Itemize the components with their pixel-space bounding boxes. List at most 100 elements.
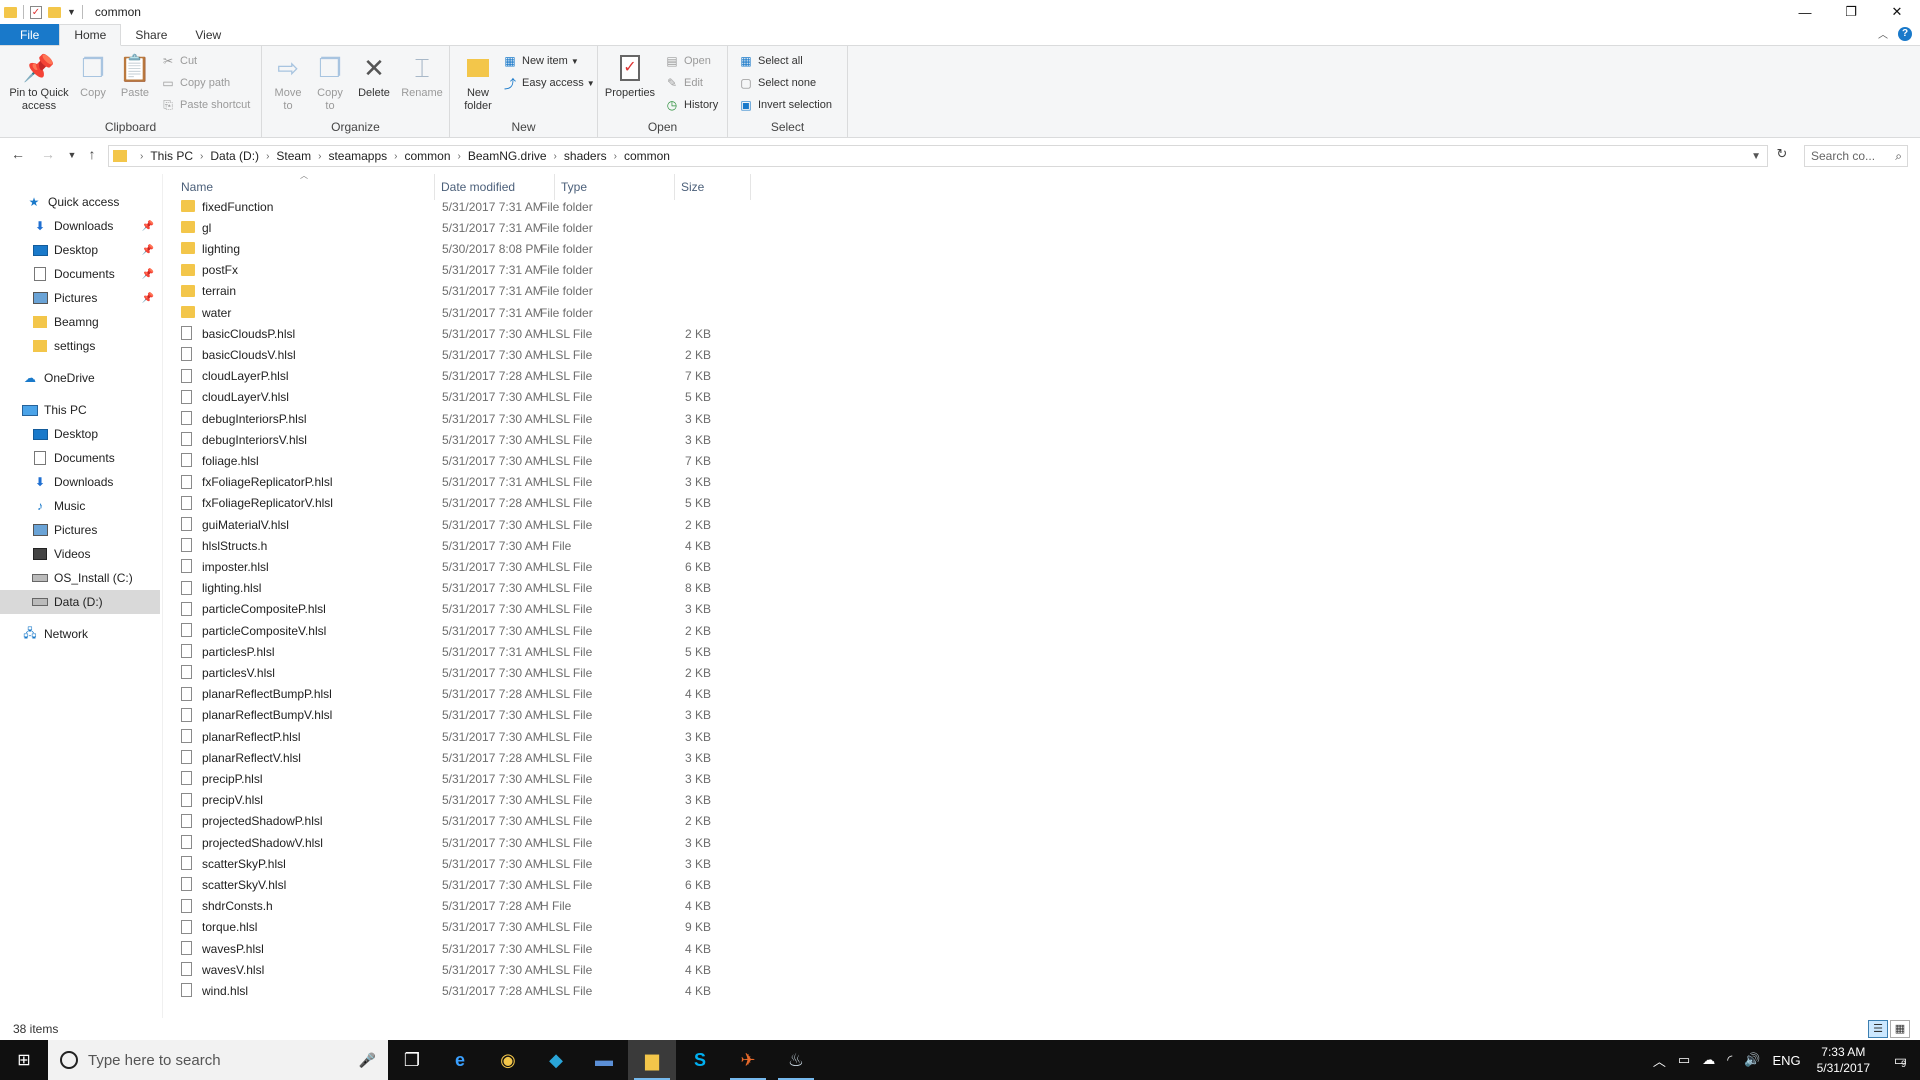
file-row[interactable]: cloudLayerV.hlsl 5/31/2017 7:30 AM HLSL Fi… — [179, 387, 919, 408]
file-row[interactable]: particlesP.hlsl 5/31/2017 7:31 AM HLSL Fil… — [179, 641, 919, 662]
nav-pc-pictures[interactable]: Pictures — [0, 518, 160, 542]
file-row[interactable]: wavesV.hlsl 5/31/2017 7:30 AM HLSL File 4 K… — [179, 959, 919, 980]
search-input[interactable]: Search co... ⌕ — [1804, 145, 1908, 167]
nav-pc-downloads[interactable]: ⬇ Downloads — [0, 470, 160, 494]
file-row[interactable]: particleCompositeV.hlsl 5/31/2017 7:30 AM… — [179, 620, 919, 641]
file-row[interactable]: guiMaterialV.hlsl 5/31/2017 7:30 AM HLSL F… — [179, 514, 919, 535]
nav-pc-desktop[interactable]: Desktop — [0, 422, 160, 446]
file-row[interactable]: basicCloudsV.hlsl 5/31/2017 7:30 AM HLSL F… — [179, 344, 919, 365]
chevron-right-icon[interactable]: › — [318, 151, 321, 162]
tab-home[interactable]: Home — [59, 24, 122, 46]
refresh-button[interactable]: ↻ — [1772, 146, 1792, 166]
breadcrumb-item[interactable]: BeamNG.drive — [468, 149, 547, 163]
move-to-button[interactable]: ⇨ Move to — [270, 52, 306, 113]
select-all-button[interactable]: ▦ Select all — [738, 52, 802, 70]
file-row[interactable]: planarReflectV.hlsl 5/31/2017 7:28 AM HLSL… — [179, 747, 919, 768]
history-button[interactable]: ◷ History — [664, 96, 718, 114]
file-row[interactable]: planarReflectBumpV.hlsl 5/31/2017 7:30 AM… — [179, 705, 919, 726]
new-folder-button[interactable]: New folder — [458, 52, 498, 113]
up-button[interactable]: ↑ — [82, 146, 102, 162]
file-row[interactable]: particleCompositeP.hlsl 5/31/2017 7:30 AM… — [179, 599, 919, 620]
file-row[interactable]: scatterSkyV.hlsl 5/31/2017 7:30 AM HLSL Fi… — [179, 874, 919, 895]
minimize-ribbon-icon[interactable]: ︿ — [1878, 26, 1888, 41]
tab-share[interactable]: Share — [121, 24, 181, 45]
folder-row[interactable]: fixedFunction 5/31/2017 7:31 AM File folde… — [179, 196, 919, 217]
nav-onedrive[interactable]: ☁ OneDrive — [0, 366, 160, 390]
nav-pc-music[interactable]: ♪ Music — [0, 494, 160, 518]
chevron-right-icon[interactable]: › — [614, 151, 617, 162]
pin-quick-access-button[interactable]: 📌 Pin to Quick access — [6, 52, 72, 113]
breadcrumb-item[interactable]: shaders — [564, 149, 607, 163]
back-button[interactable]: ← — [8, 146, 28, 162]
file-row[interactable]: projectedShadowV.hlsl 5/31/2017 7:30 AM HL… — [179, 832, 919, 853]
volume-icon[interactable]: 🔊 — [1738, 1052, 1766, 1068]
file-row[interactable]: cloudLayerP.hlsl 5/31/2017 7:28 AM HLSL Fi… — [179, 366, 919, 387]
properties-icon[interactable]: ✓ — [30, 5, 42, 19]
file-row[interactable]: precipP.hlsl 5/31/2017 7:30 AM HLSL File 3 … — [179, 768, 919, 789]
edit-button[interactable]: ✎ Edit — [664, 74, 703, 92]
file-row[interactable]: fxFoliageReplicatorV.hlsl 5/31/2017 7:28 … — [179, 493, 919, 514]
file-row[interactable]: wind.hlsl 5/31/2017 7:28 AM HLSL File 4 KB — [179, 980, 919, 1001]
breadcrumb-item[interactable]: steamapps — [328, 149, 387, 163]
address-bar[interactable]: › This PC › Data (D:) › Steam › steamapp… — [108, 145, 1768, 167]
taskbar-app-beamng[interactable]: ✈ — [724, 1040, 772, 1080]
file-row[interactable]: projectedShadowP.hlsl 5/31/2017 7:30 AM HL… — [179, 811, 919, 832]
large-icons-view-button[interactable]: ▦ — [1890, 1020, 1910, 1038]
clock[interactable]: 7:33 AM 5/31/2017 — [1807, 1044, 1880, 1076]
recent-locations-button[interactable]: ▼ — [62, 150, 82, 160]
file-row[interactable]: debugInteriorsV.hlsl 5/31/2017 7:30 AM HLS… — [179, 429, 919, 450]
nav-quick-access[interactable]: ★ Quick access — [0, 190, 160, 214]
restore-button[interactable]: ❐ — [1828, 0, 1874, 24]
folder-row[interactable]: water 5/31/2017 7:31 AM File folder — [179, 302, 919, 323]
nav-pictures[interactable]: Pictures 📌 — [0, 286, 160, 310]
close-button[interactable]: ✕ — [1874, 0, 1920, 24]
file-row[interactable]: shdrConsts.h 5/31/2017 7:28 AM H File 4 KB — [179, 896, 919, 917]
chevron-up-icon[interactable]: ︿ — [1647, 1051, 1672, 1070]
taskbar-app-kodi[interactable]: ◆ — [532, 1040, 580, 1080]
file-row[interactable]: lighting.hlsl 5/31/2017 7:30 AM HLSL File 8… — [179, 578, 919, 599]
file-row[interactable]: planarReflectP.hlsl 5/31/2017 7:30 AM HLSL… — [179, 726, 919, 747]
easy-access-button[interactable]: ⤴ Easy access ▼ — [502, 74, 595, 92]
battery-icon[interactable]: ▭ — [1672, 1052, 1696, 1068]
customize-toolbar-icon[interactable]: ▼ — [67, 7, 76, 17]
folder-row[interactable]: terrain 5/31/2017 7:31 AM File folder — [179, 281, 919, 302]
action-center-button[interactable]: ▭ 9 — [1880, 1040, 1920, 1080]
file-row[interactable]: hlslStructs.h 5/31/2017 7:30 AM H File 4 KB — [179, 535, 919, 556]
file-row[interactable]: particlesV.hlsl 5/31/2017 7:30 AM HLSL Fil… — [179, 662, 919, 683]
chevron-right-icon[interactable]: › — [394, 151, 397, 162]
nav-downloads[interactable]: ⬇ Downloads 📌 — [0, 214, 160, 238]
copy-path-button[interactable]: ▭ Copy path — [160, 74, 230, 92]
forward-button[interactable]: → — [38, 146, 58, 162]
delete-button[interactable]: ✕ Delete — [356, 52, 392, 100]
tab-view[interactable]: View — [181, 24, 235, 45]
file-row[interactable]: planarReflectBumpP.hlsl 5/31/2017 7:28 AM… — [179, 684, 919, 705]
cut-button[interactable]: ✂ Cut — [160, 52, 197, 70]
nav-pc-documents[interactable]: Documents — [0, 446, 160, 470]
onedrive-tray-icon[interactable]: ☁ — [1696, 1052, 1721, 1068]
file-row[interactable]: precipV.hlsl 5/31/2017 7:30 AM HLSL File 3 … — [179, 790, 919, 811]
taskbar-search[interactable]: Type here to search 🎤 — [48, 1040, 388, 1080]
new-item-button[interactable]: ▦ New item ▼ — [502, 52, 578, 70]
task-view-button[interactable]: ❐ — [388, 1040, 436, 1080]
breadcrumb-item[interactable]: Data (D:) — [210, 149, 259, 163]
folder-row[interactable]: postFx 5/31/2017 7:31 AM File folder — [179, 260, 919, 281]
taskbar-app-skype[interactable]: S — [676, 1040, 724, 1080]
file-row[interactable]: wavesP.hlsl 5/31/2017 7:30 AM HLSL File 4 K… — [179, 938, 919, 959]
nav-pc-videos[interactable]: Videos — [0, 542, 160, 566]
properties-button[interactable]: ✓ Properties — [604, 52, 656, 100]
taskbar-app-file-explorer[interactable]: ▆ — [628, 1040, 676, 1080]
paste-button[interactable]: 📋 Paste — [118, 52, 152, 100]
chevron-right-icon[interactable]: › — [266, 151, 269, 162]
taskbar-app-chrome[interactable]: ◉ — [484, 1040, 532, 1080]
file-row[interactable]: imposter.hlsl 5/31/2017 7:30 AM HLSL File 6… — [179, 556, 919, 577]
taskbar-app-mail[interactable]: ▬ — [580, 1040, 628, 1080]
details-view-button[interactable]: ☰ — [1868, 1020, 1888, 1038]
chevron-down-icon[interactable]: ▼ — [1751, 151, 1761, 162]
taskbar-app-edge[interactable]: e — [436, 1040, 484, 1080]
folder-row[interactable]: gl 5/31/2017 7:31 AM File folder — [179, 217, 919, 238]
file-row[interactable]: debugInteriorsP.hlsl 5/31/2017 7:30 AM HLS… — [179, 408, 919, 429]
nav-network[interactable]: 🖧 Network — [0, 622, 160, 646]
breadcrumb-item[interactable]: Steam — [276, 149, 311, 163]
tab-file[interactable]: File — [0, 24, 60, 45]
wifi-icon[interactable]: ◜ — [1721, 1052, 1738, 1068]
